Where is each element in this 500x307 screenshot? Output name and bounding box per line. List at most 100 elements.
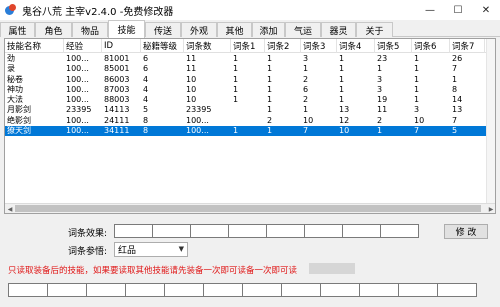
- bottom-input[interactable]: [398, 283, 438, 297]
- tab-6[interactable]: 其他: [217, 22, 252, 37]
- table-row[interactable]: 月影剑 23395 14113 5 23395 1 1 13 11 3 13: [5, 105, 495, 115]
- vertical-scrollbar[interactable]: [486, 39, 495, 203]
- bottom-input[interactable]: [359, 283, 399, 297]
- table-cell: 10: [186, 95, 197, 105]
- table-cell: 100...: [66, 95, 89, 105]
- column-header[interactable]: 词条7: [450, 39, 485, 53]
- table-cell: 11: [377, 105, 388, 115]
- table-cell: 秘卷: [7, 74, 23, 84]
- redaction-block: [309, 263, 355, 274]
- table-cell: 劲: [7, 54, 15, 63]
- table-body: 劲100...810016111131231261录100...85001611…: [5, 54, 495, 137]
- column-header[interactable]: 词条3: [301, 39, 337, 53]
- bottom-input[interactable]: [281, 283, 321, 297]
- table-row[interactable]: 秘卷100...8600341011213111: [5, 74, 495, 85]
- table-cell: 1: [303, 105, 309, 115]
- entry-effect-input[interactable]: [342, 224, 381, 238]
- table-cell: 8: [452, 84, 458, 94]
- table-cell: 81001: [104, 54, 130, 63]
- table-cell: 1: [377, 126, 383, 136]
- table-row[interactable]: 大法100...880034101121191141: [5, 95, 495, 105]
- table-cell: 1: [339, 64, 345, 74]
- entry-effect-input[interactable]: [190, 224, 229, 238]
- column-header[interactable]: ID: [102, 39, 141, 53]
- tab-5[interactable]: 外观: [181, 22, 217, 37]
- table-cell: 1: [233, 95, 239, 105]
- table-row[interactable]: 绝影剑 100... 24111 8 100... 2 10 12 2 10 7: [5, 115, 495, 126]
- tab-1[interactable]: 角色: [35, 22, 72, 37]
- entry-effect-input[interactable]: [266, 224, 305, 238]
- column-header[interactable]: 词条5: [375, 39, 412, 53]
- table-cell: 1: [233, 84, 239, 94]
- minimize-button[interactable]: —: [416, 0, 444, 20]
- table-cell: 10: [303, 115, 314, 125]
- table-cell: 4: [143, 95, 149, 105]
- table-cell: 1: [233, 64, 239, 74]
- column-header[interactable]: 经验: [64, 39, 102, 53]
- table-row[interactable]: 劲100...810016111131231261: [5, 54, 495, 64]
- table-cell: 23395: [186, 105, 212, 115]
- bottom-input[interactable]: [47, 283, 87, 297]
- table-cell: 3: [303, 54, 309, 63]
- table-cell: 绝影剑: [7, 115, 31, 125]
- maximize-button[interactable]: ☐: [444, 0, 472, 20]
- table-cell: 100...: [66, 126, 89, 136]
- bottom-input[interactable]: [320, 283, 360, 297]
- tab-0[interactable]: 属性: [0, 22, 35, 37]
- entry-effect-input[interactable]: [152, 224, 191, 238]
- table-cell: 1: [267, 95, 273, 105]
- column-header[interactable]: 词条数: [184, 39, 231, 53]
- table-cell: 34111: [104, 126, 130, 136]
- tab-7[interactable]: 添加: [252, 22, 285, 37]
- table-cell: 7: [452, 115, 458, 125]
- table-cell: 1: [414, 84, 420, 94]
- bottom-input[interactable]: [125, 283, 165, 297]
- table-cell: 13: [452, 105, 463, 115]
- table-cell: 神功: [7, 84, 23, 94]
- bottom-input[interactable]: [86, 283, 126, 297]
- table-cell: 100...: [66, 74, 89, 84]
- tab-2[interactable]: 物品: [72, 22, 108, 37]
- table-cell: 26: [452, 54, 463, 63]
- table-cell: 12: [339, 115, 350, 125]
- scroll-thumb[interactable]: [15, 205, 481, 212]
- table-row[interactable]: 录100...8500161111111171: [5, 64, 495, 74]
- entry-effect-input[interactable]: [380, 224, 419, 238]
- column-header[interactable]: 词条2: [265, 39, 301, 53]
- column-header[interactable]: 技能名称: [5, 39, 64, 53]
- column-header[interactable]: 秘籍等级: [141, 39, 184, 53]
- tab-4[interactable]: 传送: [145, 22, 181, 37]
- bottom-input[interactable]: [242, 283, 282, 297]
- tab-9[interactable]: 器灵: [321, 22, 356, 37]
- entry-effect-input[interactable]: [114, 224, 153, 238]
- column-header[interactable]: 词条4: [337, 39, 375, 53]
- app-window: 鬼谷八荒 主宰v2.4.0 -免费修改器 — ☐ ✕ 属性 角色 物品 技能 传送 外观其…: [0, 0, 500, 307]
- scroll-left-icon[interactable]: ◀: [5, 204, 15, 213]
- table-cell: 14: [452, 95, 463, 105]
- table-cell: 86003: [104, 74, 130, 84]
- tab-8[interactable]: 气运: [285, 22, 321, 37]
- close-button[interactable]: ✕: [472, 0, 500, 20]
- tab-10[interactable]: 关于: [356, 22, 393, 37]
- column-header[interactable]: 词条1: [231, 39, 265, 53]
- scroll-right-icon[interactable]: ▶: [486, 204, 495, 213]
- table-cell: 1: [233, 74, 239, 84]
- table-row[interactable]: 獠天剑 100... 34111 8 100... 1 1 7 10 1 7 5: [5, 126, 495, 137]
- bottom-input[interactable]: [203, 283, 243, 297]
- table-row[interactable]: 神功100...8700341011613181: [5, 84, 495, 95]
- tab-3[interactable]: 技能: [108, 20, 145, 38]
- table-cell: 1: [267, 126, 273, 136]
- bottom-input[interactable]: [8, 283, 48, 297]
- column-header[interactable]: 词条6: [412, 39, 450, 53]
- entry-effect-input[interactable]: [304, 224, 343, 238]
- notice-text: 只读取装备后的技能，如果要读取其他技能请先装备一次即可读备一次即可读: [8, 266, 298, 276]
- bottom-input[interactable]: [437, 283, 477, 297]
- horizontal-scrollbar[interactable]: ◀ ▶: [5, 203, 495, 213]
- table-cell: 4: [143, 74, 149, 84]
- entry-effect-input[interactable]: [228, 224, 267, 238]
- grade-select[interactable]: 红品 ▼: [114, 242, 188, 257]
- table-cell: 5: [143, 105, 149, 115]
- modify-button[interactable]: 修 改: [444, 224, 488, 239]
- bottom-input[interactable]: [164, 283, 204, 297]
- table-cell: 13: [339, 105, 350, 115]
